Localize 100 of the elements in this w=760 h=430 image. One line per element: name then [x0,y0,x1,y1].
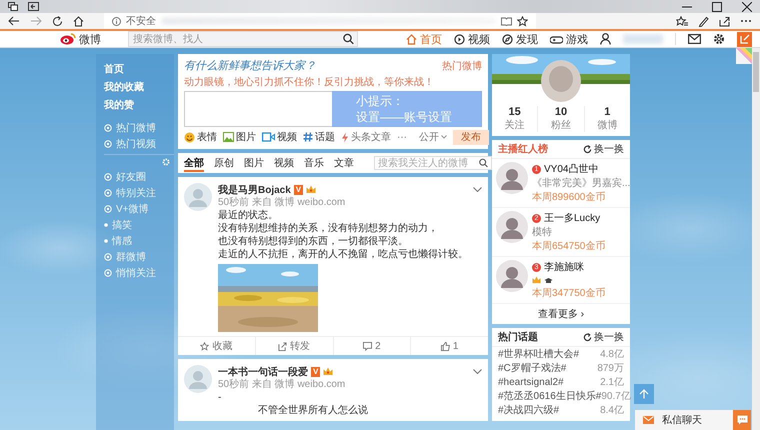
profile-stat[interactable]: 1 微博 [584,106,630,132]
compose-button[interactable] [737,32,752,46]
tool-link[interactable]: 头条文章 [341,130,391,144]
anchor-note: 《非常完美》男嘉宾... [532,176,630,190]
mail-icon [643,416,654,424]
post-action[interactable]: 收藏 [178,337,256,355]
mail-icon[interactable] [688,34,701,44]
user-icon[interactable] [600,33,611,45]
logo-text[interactable]: 微博 [79,32,101,46]
address-field[interactable]: 不安全 [104,13,536,29]
feed-tab[interactable]: 原创 [214,156,234,170]
chevron-down-icon[interactable] [473,187,482,192]
refresh-icon[interactable] [52,16,63,26]
nav-link[interactable]: 游戏 [550,32,588,46]
more-link[interactable]: ··· [397,132,407,142]
gamepad-icon [550,34,563,44]
reading-view-icon[interactable] [501,16,512,26]
feed-tab[interactable]: 全部 [184,154,204,172]
maximize-icon[interactable] [712,2,722,12]
refresh-link[interactable]: 换一换 [583,142,624,156]
nav-link[interactable]: 视频 [454,32,490,46]
settings-icon[interactable] [713,33,725,45]
refresh-link[interactable]: 换一换 [583,330,624,344]
post-meta: 50秒前 来自 微博 weibo.com [218,196,346,209]
post-text: 最近的状态。 [218,209,279,222]
tip-title: 小提示： [356,94,405,108]
post-text: 不管全世界所有人怎么说 [257,404,369,417]
visibility-dropdown[interactable]: 公开 [419,130,447,144]
chat-label: 私信聊天 [662,414,702,427]
coin-count: 本周899600金币 [532,190,606,204]
coin-count: 本周654750金币 [532,240,606,253]
post-meta: 50秒前 来自 微博 weibo.com [218,378,346,391]
anchor-name[interactable]: 李施施咪 [544,260,584,274]
search-field[interactable]: 搜索微博、找人 [128,31,358,47]
play-icon [454,34,465,44]
tool-link[interactable]: 话题 [303,130,335,144]
favorites-icon[interactable] [676,16,688,26]
topic-link[interactable]: #决战四六级# [498,403,560,417]
anchor-name[interactable]: 王一多Lucky [544,211,600,225]
topic-link[interactable]: #heartsignal2# [498,376,564,388]
scrollbar[interactable] [752,48,760,430]
author-name[interactable]: 我是马男Bojack [218,182,291,196]
tool-link[interactable]: 表情 [184,130,217,144]
thumbs-up-icon [440,342,450,350]
crown-icon [323,367,334,376]
post-text: - [218,391,222,404]
verified-badge: V [294,184,304,194]
avatar-icon[interactable] [496,211,528,243]
topic-link[interactable]: #范丞丞0616生日快乐# [498,389,602,403]
avatar-icon[interactable] [496,260,528,292]
post-text: 走近的人不抗拒，离开的人不挽留，吃点亏也懒得计较。 [218,248,469,261]
more-icon[interactable] [740,19,752,23]
post-text: 也没有特别想得到的东西，一切都很平淡。 [218,235,409,248]
tool-link[interactable]: 图片 [223,130,256,144]
comment-icon [363,342,372,350]
topic-count: 4.8亿 [600,348,624,361]
feed-tab[interactable]: 音乐 [304,156,324,170]
back-icon[interactable] [8,16,20,26]
feed-tab[interactable]: 文章 [334,156,354,170]
profile-stat[interactable]: 15 关注 [492,106,538,132]
card-title: 热门话题 [498,330,538,344]
author-name[interactable]: 一本书一句话一段爱 [218,364,308,378]
nav-link[interactable]: 发现 [502,32,538,46]
chat-bar[interactable]: 私信聊天 [635,410,751,430]
topic-count: 8.4亿 [600,404,624,417]
eye-logo-icon[interactable] [60,33,76,45]
hash-icon [303,132,313,142]
share-icon[interactable] [719,16,730,26]
search-icon[interactable] [343,34,354,44]
anchor-name[interactable]: VY04凸世中 [544,162,598,176]
back-to-top-button[interactable] [634,384,654,404]
topic-link[interactable]: #世界杯吐槽大会# [498,347,580,361]
avatar-icon[interactable] [496,162,528,194]
profile-stat[interactable]: 10 粉丝 [538,106,585,132]
chevron-down-icon[interactable] [473,369,482,374]
tab-aside-icon[interactable] [28,2,39,11]
post-action[interactable]: 2 [334,337,412,355]
search-icon[interactable] [479,158,488,168]
chat-bubble-icon [736,415,748,425]
tabs-icon[interactable] [8,2,18,11]
home-icon[interactable] [73,16,84,26]
refresh-icon [583,144,592,154]
tip-text: 设置——账号设置 [356,110,453,124]
caret-icon [441,135,447,139]
feed-search-field[interactable]: 搜索我关注人的微博 [374,156,492,170]
post-action[interactable]: 1 [411,337,488,355]
pen-icon[interactable] [698,16,709,26]
tool-link[interactable]: 视频 [262,130,297,144]
more-link[interactable]: 查看更多 › [492,304,630,324]
home-icon [406,34,417,44]
feed-tab[interactable]: 视频 [274,156,294,170]
dot-icon [104,223,108,227]
close-icon[interactable] [742,2,752,12]
feed-tab[interactable]: 图片 [244,156,264,170]
star-icon[interactable] [517,16,528,26]
topic-link[interactable]: #C罗帽子戏法# [498,361,566,375]
chat-button[interactable] [733,410,751,430]
post-action[interactable]: 转发 [256,337,334,355]
verified-badge: V [311,366,320,376]
topic-count: 2.1亿 [600,376,624,389]
